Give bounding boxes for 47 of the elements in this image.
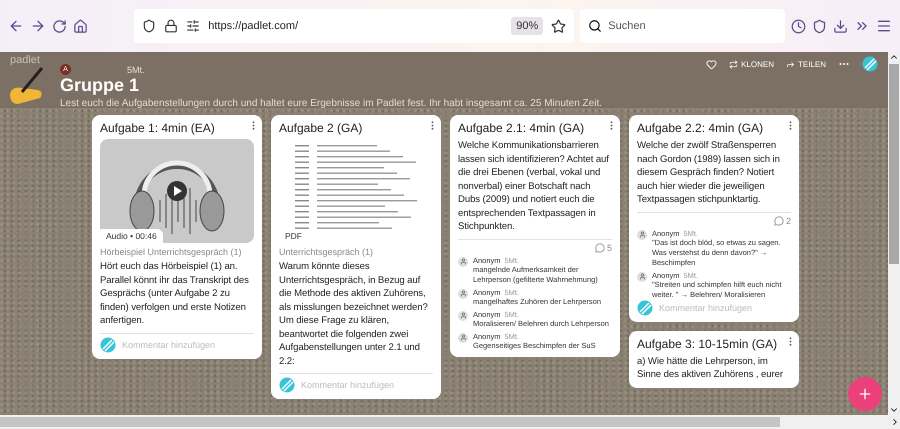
board-description: Lest euch die Aufgabenstellungen durch und haltet eure Ergebnisse im Padlet fest. Ihr habt insgesamt ca. 25 Minuten Zeit. bbox=[60, 98, 602, 109]
repeat-icon bbox=[729, 60, 738, 68]
post-text: Hört euch das Hörbeispiel (1) an. Parallel könnt ihr das Transkript des Gesprächs (unter Aufgabe 2 zu finden) verfolgen und erste Notizen anfertigen. bbox=[100, 260, 250, 328]
attachment-title: Unterrichtsgespräch (1) bbox=[279, 247, 374, 257]
clone-button[interactable]: KLONEN bbox=[729, 60, 774, 68]
avatar-icon bbox=[458, 256, 468, 266]
comment-count: 5 bbox=[594, 242, 612, 252]
avatar-icon bbox=[637, 230, 647, 240]
post-time: 5Mt. bbox=[127, 64, 145, 74]
board-title: Gruppe 1 bbox=[60, 75, 140, 96]
user-avatar-icon bbox=[637, 300, 653, 316]
audio-caption: Audio • 00:46 bbox=[100, 229, 163, 243]
account-avatar-icon[interactable] bbox=[862, 56, 878, 72]
user-avatar-icon bbox=[279, 377, 295, 393]
post-text: Warum könnte dieses Unterrichtsgespräch, in Bezug auf die Methode des aktiven Zuhörens, als misslungen bezeichnet werden? Um diese Frage zu klären, beantwortet die folgenden zwei Aufgabenstellungen unter 2.1 und 2.2: bbox=[279, 260, 429, 368]
shield-icon bbox=[142, 19, 156, 33]
comment-count: 2 bbox=[774, 216, 791, 226]
avatar-icon bbox=[458, 332, 468, 342]
plus-icon bbox=[857, 386, 873, 402]
search-field[interactable]: Suchen bbox=[580, 9, 785, 43]
post-title: Aufgabe 1: 4min (EA) bbox=[100, 121, 216, 135]
brand-name: padlet bbox=[10, 54, 40, 66]
lock-icon bbox=[164, 19, 178, 33]
post-title: Aufgabe 2 (GA) bbox=[279, 121, 364, 135]
search-icon bbox=[588, 19, 602, 33]
address-bar[interactable]: https://padlet.com/ 90% bbox=[134, 9, 574, 43]
post-text: Welche Kommunikationsbarrieren lassen sich identifizieren? Achtet auf die drei Ebenen (verbal, vokal und nonverbal) einer Botschaft nach Dubs (2009) und notiert euch die entsprechenden Textpassagen in Stichpunkten. bbox=[458, 139, 610, 234]
post-title: Aufgabe 3: 10-15min (GA) bbox=[637, 336, 778, 350]
url-text: https://padlet.com/ bbox=[208, 20, 300, 32]
avatar-icon bbox=[458, 310, 468, 320]
share-arrow-icon bbox=[786, 60, 795, 68]
post-text: Welche der zwölf Straßensperren nach Gordon (1989) lassen sich in diesem Gespräch finden? Notiert auch hier wieder die jeweiligen Textpassagen stichpunktartig. bbox=[637, 139, 781, 206]
zoom-level[interactable]: 90% bbox=[511, 17, 544, 35]
permissions-icon bbox=[186, 19, 200, 33]
share-button[interactable]: TEILEN bbox=[786, 60, 826, 68]
attachment-title: Hörbeispiel Unterrichtsgespräch (1) bbox=[100, 247, 243, 257]
horizontal-scrollbar[interactable] bbox=[0, 415, 900, 429]
bookmark-star-icon[interactable] bbox=[551, 18, 566, 34]
user-avatar-icon bbox=[100, 336, 116, 352]
post-text: a) Wie hätte die Lehrperson, im Sinne des aktiven Zuhörens , eurer bbox=[637, 354, 784, 382]
post-title: Aufgabe 2.1: 4min (GA) bbox=[458, 121, 586, 135]
heart-icon[interactable] bbox=[706, 58, 718, 70]
audio-player[interactable]: Audio • 00:46 bbox=[100, 139, 254, 243]
avatar-icon bbox=[458, 288, 468, 298]
post-title: Aufgabe 2.2: 4min (GA) bbox=[637, 121, 764, 135]
avatar-icon bbox=[637, 272, 647, 282]
vertical-scrollbar[interactable] bbox=[888, 52, 900, 415]
